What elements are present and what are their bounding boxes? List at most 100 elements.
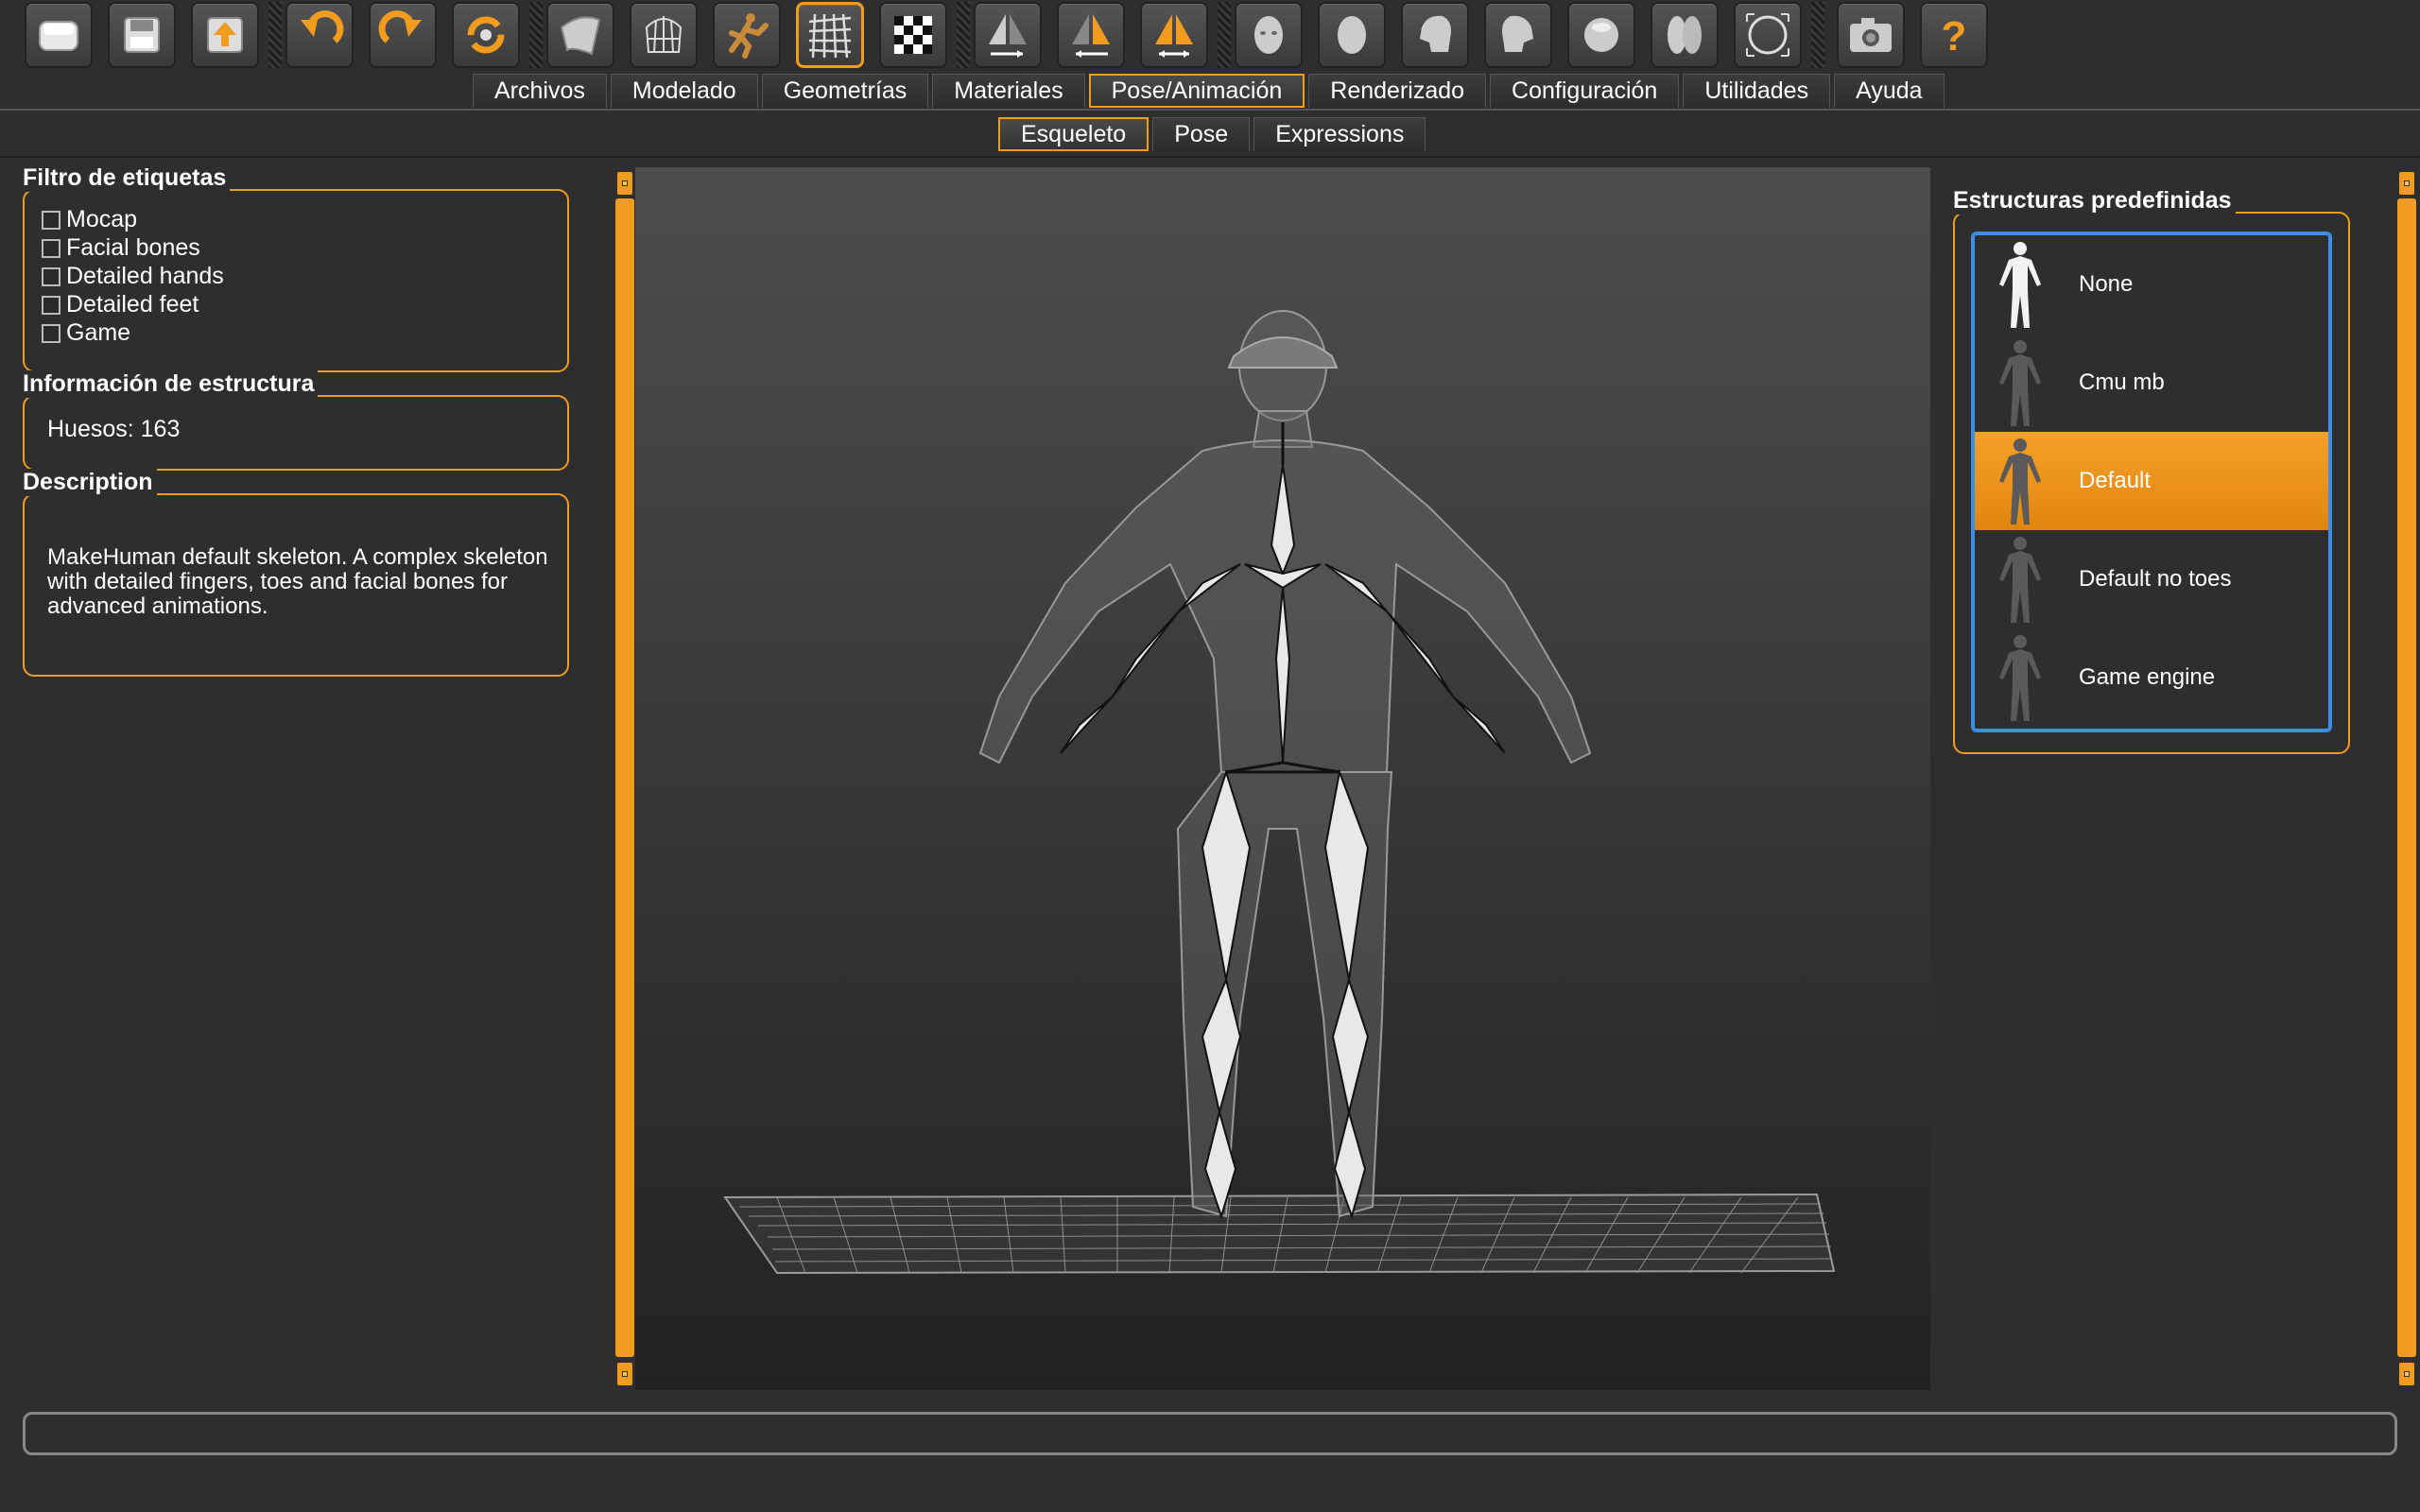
new-button[interactable] — [25, 2, 93, 68]
tab-renderizado[interactable]: Renderizado — [1308, 74, 1487, 108]
reset-camera-icon — [1746, 13, 1789, 57]
skeleton-item-label: Game engine — [2079, 664, 2216, 690]
symmetry-left-icon — [1072, 14, 1110, 58]
skeleton-item-default[interactable]: Default — [1975, 432, 2328, 530]
filter-checkbox-mocap[interactable]: Mocap — [42, 206, 137, 233]
checkbox-icon[interactable] — [42, 266, 60, 286]
bone-count: Huesos: 163 — [47, 416, 181, 442]
tab-modelado[interactable]: Modelado — [610, 74, 758, 108]
left-scroll-down[interactable] — [615, 1361, 634, 1387]
skeleton-item-cmu-mb[interactable]: Cmu mb — [1975, 334, 2328, 432]
checkbox-icon[interactable] — [42, 295, 60, 315]
right-view-button[interactable] — [1484, 2, 1552, 68]
help-button[interactable]: ? — [1920, 2, 1988, 68]
export-icon — [207, 17, 243, 53]
symmetry-right-icon — [989, 14, 1027, 58]
checker-button[interactable] — [879, 2, 947, 68]
right-view-icon — [1502, 15, 1533, 52]
right-scroll-down[interactable] — [2397, 1361, 2416, 1387]
wireframe-icon — [645, 16, 683, 53]
tab-configuración[interactable]: Configuración — [1490, 74, 1680, 108]
redo-button[interactable] — [369, 2, 437, 68]
tab-materiales[interactable]: Materiales — [932, 74, 1085, 108]
tab-ayuda[interactable]: Ayuda — [1834, 74, 1945, 108]
top-view-icon — [1584, 18, 1618, 52]
undo-icon — [301, 10, 344, 43]
tab-utilidades[interactable]: Utilidades — [1683, 74, 1831, 108]
checkbox-icon[interactable] — [42, 323, 60, 343]
checkbox-icon[interactable] — [42, 210, 60, 230]
help-icon: ? — [1942, 13, 1967, 60]
checker-icon — [894, 16, 932, 54]
status-bar — [23, 1412, 2397, 1455]
checkbox-icon[interactable] — [42, 238, 60, 258]
pose-button[interactable] — [713, 2, 781, 68]
structure-info-title: Información de estructura — [19, 370, 319, 398]
3d-viewport[interactable] — [635, 167, 1930, 1390]
skeleton-item-label: Cmu mb — [2079, 369, 2165, 395]
filter-checkbox-game[interactable]: Game — [42, 319, 130, 347]
wireframe-button[interactable] — [630, 2, 698, 68]
left-view-icon — [1420, 15, 1451, 52]
screenshot-button[interactable] — [1837, 2, 1905, 68]
skeleton-item-label: None — [2079, 271, 2134, 297]
sub-tab-bar: Esqueleto Pose Expressions — [998, 117, 1429, 151]
tab-geometrías[interactable]: Geometrías — [761, 74, 929, 108]
skeleton-item-label: Default no toes — [2079, 566, 2232, 592]
skeleton-model — [723, 310, 1836, 1275]
filter-checkbox-facial-bones[interactable]: Facial bones — [42, 234, 200, 262]
symmetry-button[interactable] — [1140, 2, 1208, 68]
grid-button[interactable] — [796, 2, 864, 68]
ground-grid — [723, 1193, 1836, 1275]
left-view-button[interactable] — [1401, 2, 1469, 68]
tag-filter-title: Filtro de etiquetas — [19, 164, 231, 192]
skeleton-item-none[interactable]: None — [1975, 235, 2328, 334]
reset-icon — [467, 16, 505, 54]
symmetry-icon — [1155, 14, 1193, 58]
smooth-button[interactable] — [546, 2, 614, 68]
front-view-button[interactable] — [1235, 2, 1303, 68]
tab-archivos[interactable]: Archivos — [473, 74, 607, 108]
symmetry-right-button[interactable] — [974, 2, 1042, 68]
skeleton-list[interactable]: None Cmu mb Default Default no toes Game eng… — [1971, 232, 2332, 732]
filter-checkbox-detailed-hands[interactable]: Detailed hands — [42, 263, 224, 290]
skeleton-thumbnail-icon — [1975, 530, 2066, 628]
export-button[interactable] — [191, 2, 259, 68]
skeleton-thumbnail-icon — [1975, 432, 2066, 530]
bottom-view-icon — [1668, 16, 1702, 54]
front-view-icon — [1254, 16, 1283, 54]
save-icon — [124, 17, 160, 53]
svg-text:?: ? — [1942, 13, 1967, 60]
grid-icon — [808, 13, 852, 59]
skeleton-thumbnail-icon — [1975, 334, 2066, 432]
undo-button[interactable] — [285, 2, 354, 68]
main-tab-bar: Archivos Modelado Geometrías Materiales Pose… — [473, 74, 1948, 108]
symmetry-left-button[interactable] — [1057, 2, 1125, 68]
filter-checkbox-detailed-feet[interactable]: Detailed feet — [42, 291, 199, 318]
pose-icon — [729, 13, 769, 59]
left-scrollbar[interactable] — [615, 198, 634, 1357]
tab-pose-animación[interactable]: Pose/Animación — [1088, 74, 1305, 108]
top-view-button[interactable] — [1567, 2, 1635, 68]
right-scroll-up[interactable] — [2397, 170, 2416, 197]
redo-icon — [378, 10, 422, 43]
subtab-pose[interactable]: Pose — [1152, 117, 1251, 151]
skeleton-item-game-engine[interactable]: Game engine — [1975, 628, 2328, 727]
checkbox-label: Detailed feet — [66, 291, 199, 318]
toolbar: ? — [0, 0, 2420, 76]
back-view-button[interactable] — [1318, 2, 1386, 68]
save-button[interactable] — [108, 2, 176, 68]
bottom-view-button[interactable] — [1651, 2, 1719, 68]
subtab-esqueleto[interactable]: Esqueleto — [998, 117, 1150, 151]
subtab-expressions[interactable]: Expressions — [1253, 117, 1426, 151]
reset-button[interactable] — [452, 2, 520, 68]
reset-camera-button[interactable] — [1734, 2, 1802, 68]
right-scrollbar[interactable] — [2397, 198, 2416, 1357]
checkbox-label: Facial bones — [66, 234, 200, 261]
left-scroll-up[interactable] — [615, 170, 634, 197]
skeleton-item-default-no-toes[interactable]: Default no toes — [1975, 530, 2328, 628]
smooth-icon — [560, 16, 601, 56]
checkbox-label: Mocap — [66, 206, 138, 232]
description-text: MakeHuman default skeleton. A complex sk… — [47, 544, 548, 619]
checkbox-label: Game — [66, 319, 131, 346]
